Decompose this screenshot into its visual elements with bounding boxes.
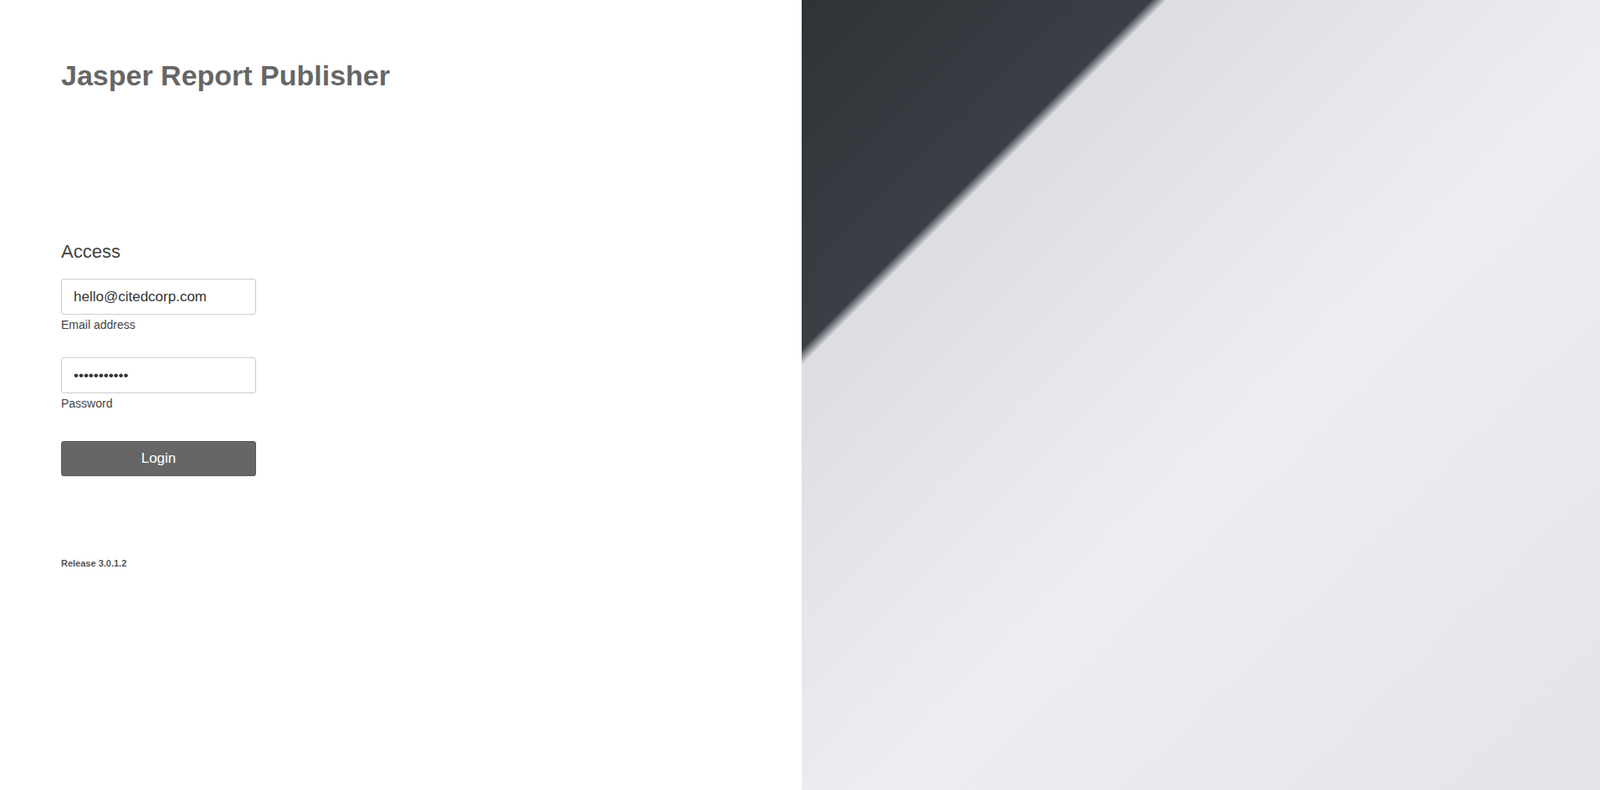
form-heading: Access bbox=[61, 237, 785, 266]
login-panel: Jasper Report Publisher Access Email addre… bbox=[0, 0, 802, 790]
password-label: Password bbox=[61, 394, 785, 413]
password-input[interactable] bbox=[61, 357, 257, 394]
password-field: Password bbox=[61, 357, 785, 413]
email-field: Email address bbox=[61, 278, 785, 334]
app-title: Jasper Report Publisher bbox=[61, 56, 785, 94]
email-label: Email address bbox=[61, 316, 785, 334]
login-form: Access Email address Password Login bbox=[61, 237, 785, 477]
background-photo bbox=[801, 0, 1600, 790]
email-input[interactable] bbox=[61, 278, 257, 315]
release-label: Release 3.0.1.2 bbox=[61, 556, 785, 571]
login-button[interactable]: Login bbox=[61, 441, 257, 477]
